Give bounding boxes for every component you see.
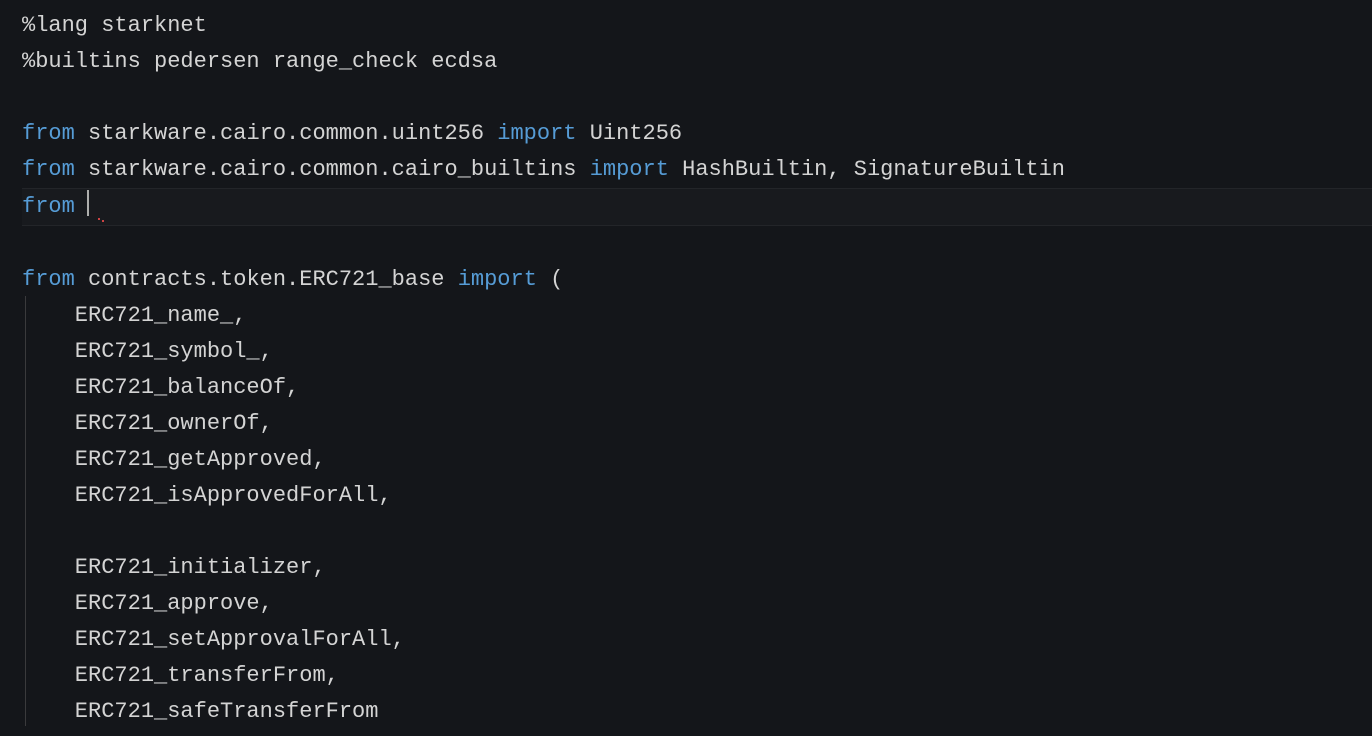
token-keyword: from: [22, 121, 75, 146]
token-keyword: import: [458, 267, 537, 292]
code-line[interactable]: ERC721_symbol_,: [22, 334, 1372, 370]
code-line[interactable]: ERC721_initializer,: [22, 550, 1372, 586]
token-default: %lang starknet: [22, 13, 207, 38]
token-keyword: from: [22, 267, 75, 292]
token-default: starkware.cairo.common.uint256: [75, 121, 497, 146]
token-default: Uint256: [577, 121, 683, 146]
code-line[interactable]: ERC721_isApprovedForAll,: [22, 478, 1372, 514]
code-line[interactable]: [22, 80, 1372, 116]
token-default: starkware.cairo.common.cairo_builtins: [75, 157, 590, 182]
code-line[interactable]: from starkware.cairo.common.uint256 impo…: [22, 116, 1372, 152]
error-squiggle: [97, 218, 105, 222]
token-default: %builtins pedersen range_check ecdsa: [22, 49, 497, 74]
token-default: ERC721_name_,: [22, 303, 246, 328]
code-editor[interactable]: %lang starknet %builtins pedersen range_c…: [0, 0, 1372, 736]
token-keyword: import: [497, 121, 576, 146]
code-line[interactable]: from: [22, 188, 1372, 226]
indent-guide: [25, 296, 27, 726]
code-line[interactable]: ERC721_name_,: [22, 298, 1372, 334]
code-line[interactable]: ERC721_setApprovalForAll,: [22, 622, 1372, 658]
token-default: ERC721_safeTransferFrom: [22, 699, 378, 724]
token-default: ERC721_symbol_,: [22, 339, 273, 364]
code-line[interactable]: ERC721_safeTransferFrom: [22, 694, 1372, 730]
token-keyword: from: [22, 194, 75, 219]
token-default: ERC721_ownerOf,: [22, 411, 273, 436]
token-default: ERC721_balanceOf,: [22, 375, 299, 400]
token-default: ERC721_getApproved,: [22, 447, 326, 472]
code-line[interactable]: ERC721_getApproved,: [22, 442, 1372, 478]
token-keyword: from: [22, 157, 75, 182]
code-line[interactable]: ERC721_ownerOf,: [22, 406, 1372, 442]
token-default: ERC721_setApprovalForAll,: [22, 627, 405, 652]
text-cursor: [87, 190, 90, 216]
code-line[interactable]: %lang starknet: [22, 8, 1372, 44]
token-keyword: import: [590, 157, 669, 182]
code-line[interactable]: from starkware.cairo.common.cairo_builti…: [22, 152, 1372, 188]
code-line[interactable]: from contracts.token.ERC721_base import …: [22, 262, 1372, 298]
token-default: (: [537, 267, 563, 292]
code-line[interactable]: ): [22, 730, 1372, 736]
code-line[interactable]: ERC721_approve,: [22, 586, 1372, 622]
code-line[interactable]: [22, 514, 1372, 550]
token-default: HashBuiltin, SignatureBuiltin: [669, 157, 1065, 182]
code-line[interactable]: ERC721_transferFrom,: [22, 658, 1372, 694]
token-default: ERC721_approve,: [22, 591, 273, 616]
token-default: ERC721_initializer,: [22, 555, 326, 580]
token-default: ERC721_transferFrom,: [22, 663, 339, 688]
code-line[interactable]: ERC721_balanceOf,: [22, 370, 1372, 406]
code-line[interactable]: %builtins pedersen range_check ecdsa: [22, 44, 1372, 80]
token-default: contracts.token.ERC721_base: [75, 267, 458, 292]
code-line[interactable]: [22, 226, 1372, 262]
token-default: ERC721_isApprovedForAll,: [22, 483, 392, 508]
